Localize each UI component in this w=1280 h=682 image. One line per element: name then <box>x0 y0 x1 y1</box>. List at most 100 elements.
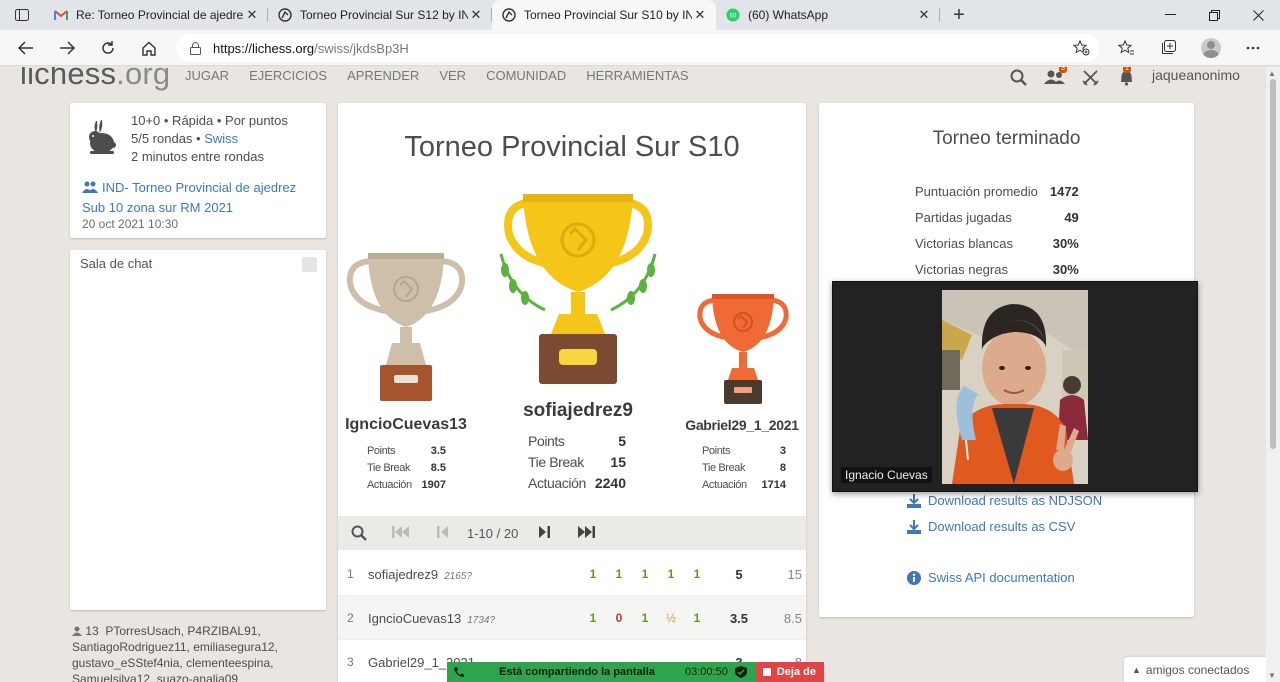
tab-actions-icon[interactable] <box>0 0 44 30</box>
stats-table: Puntuación promedio 1472 Partidas jugadas… <box>915 178 1079 282</box>
add-favorite-icon[interactable] <box>1072 39 1090 59</box>
points-label: Points <box>528 433 565 449</box>
home-icon[interactable] <box>134 34 164 62</box>
site-header: lichess.org JUGAR EJERCICIOS APRENDER VE… <box>0 67 1266 93</box>
round-result[interactable]: 1 <box>586 611 600 625</box>
close-tab-icon[interactable]: ✕ <box>692 7 708 23</box>
first-place-name[interactable]: sofiajedrez9 <box>498 400 658 422</box>
online-count: 13 <box>85 624 99 638</box>
new-tab-button[interactable]: + <box>940 0 978 30</box>
third-place-name[interactable]: Gabriel29_1_2021 <box>680 417 804 433</box>
table-row[interactable]: 1 sofiajedrez9 2165? 1 1 1 1 1 5 15 <box>338 552 806 596</box>
chevron-up-icon: ▲ <box>1132 664 1141 675</box>
team-link[interactable]: IND- Torneo Provincial de ajedrez Sub 10… <box>82 178 318 218</box>
nav-ver[interactable]: VER <box>439 68 466 83</box>
page-scrollbar[interactable]: ▲ ▼ <box>1266 67 1280 682</box>
round-result[interactable]: 0 <box>612 611 626 625</box>
lichess-icon <box>502 8 516 22</box>
browser-tab-bar: Re: Torneo Provincial de ajedrez ✕ Torne… <box>0 0 1280 30</box>
browser-tab-whatsapp[interactable]: 60 (60) WhatsApp ✕ <box>716 0 940 30</box>
stat-value: 30% <box>1052 261 1079 277</box>
friends-online-panel[interactable]: ▲ amigos conectados <box>1124 657 1266 682</box>
round-result[interactable]: 1 <box>664 567 678 581</box>
online-users: 13 PTorresUsach, P4RZIBAL91, SantiagoRod… <box>72 623 332 682</box>
nav-herramientas[interactable]: HERRAMIENTAS <box>586 68 688 83</box>
tab-label: Re: Torneo Provincial de ajedrez <box>76 8 244 22</box>
tab-label: (60) WhatsApp <box>748 8 829 22</box>
last-page-icon[interactable] <box>577 525 595 542</box>
back-icon[interactable] <box>11 34 41 62</box>
round-result[interactable]: 1 <box>690 611 704 625</box>
close-tab-icon[interactable]: ✕ <box>916 7 932 23</box>
next-page-icon[interactable] <box>538 525 550 542</box>
round-result[interactable]: 1 <box>638 611 652 625</box>
second-place-stats: Points 3.5 Tie Break 8.5 Actuación 1907 <box>367 443 446 494</box>
video-call-overlay[interactable]: Ignacio Cuevas <box>832 281 1198 492</box>
nav-ejercicios[interactable]: EJERCICIOS <box>249 68 327 83</box>
round-result[interactable]: 1 <box>690 567 704 581</box>
table-row[interactable]: 2 IgncioCuevas13 1734? 1 0 1 ½ 1 3.5 8.5 <box>338 596 806 640</box>
round-result[interactable]: 1 <box>612 567 626 581</box>
player-name[interactable]: IgncioCuevas13 <box>368 611 461 626</box>
rank: 3 <box>347 655 354 669</box>
stop-sharing-button[interactable]: Deja de <box>756 662 824 682</box>
close-window-icon[interactable] <box>1236 0 1280 30</box>
search-icon[interactable] <box>1008 67 1028 87</box>
minimize-icon[interactable] <box>1148 0 1192 30</box>
reload-icon[interactable] <box>93 34 123 62</box>
nav-aprender[interactable]: APRENDER <box>347 68 419 83</box>
challenge-icon[interactable] <box>1080 67 1100 87</box>
close-tab-icon[interactable]: ✕ <box>468 7 484 23</box>
player-name[interactable]: sofiajedrez9 <box>368 567 438 582</box>
browser-tab-s10[interactable]: Torneo Provincial Sur S10 by IND ✕ <box>492 0 716 30</box>
round-result[interactable]: ½ <box>664 611 678 625</box>
more-menu-icon[interactable] <box>1238 34 1268 62</box>
username-link[interactable]: jaqueanonimo <box>1152 67 1240 83</box>
online-names[interactable]: PTorresUsach, P4RZIBAL91, SantiagoRodrig… <box>72 624 278 682</box>
site-logo[interactable]: lichess.org <box>20 67 170 92</box>
search-icon[interactable] <box>351 525 367 544</box>
scrollbar-thumb[interactable] <box>1270 79 1276 449</box>
browser-tab-gmail[interactable]: Re: Torneo Provincial de ajedrez ✕ <box>44 0 268 30</box>
swiss-link[interactable]: Swiss <box>204 131 238 146</box>
screen-sharing-bar: Está compartiendo la pantalla 03:00:50 D… <box>447 662 824 682</box>
first-page-icon[interactable] <box>392 525 410 542</box>
browser-tab-s12[interactable]: Torneo Provincial Sur S12 by IND ✕ <box>268 0 492 30</box>
collections-icon[interactable] <box>1153 34 1183 62</box>
forward-icon[interactable] <box>52 34 82 62</box>
lichess-icon <box>278 8 292 22</box>
chat-toggle-checkbox[interactable] <box>302 257 317 272</box>
restore-icon[interactable] <box>1192 0 1236 30</box>
player-points: 5 <box>735 567 743 582</box>
performance-value: 1714 <box>761 479 786 491</box>
profile-avatar[interactable] <box>1196 34 1226 62</box>
friends-icon[interactable]: 3 <box>1043 67 1067 87</box>
friends-online-label: amigos conectados <box>1145 662 1250 677</box>
scroll-down-icon[interactable]: ▼ <box>1268 671 1276 680</box>
podium-panel: Torneo Provincial Sur S10 IgncioCuevas13… <box>338 103 806 682</box>
second-place-name[interactable]: IgncioCuevas13 <box>344 416 468 434</box>
round-result[interactable]: 1 <box>638 567 652 581</box>
scroll-up-icon[interactable]: ▲ <box>1268 69 1276 78</box>
rank: 1 <box>347 567 354 581</box>
previous-page-icon[interactable] <box>437 525 449 542</box>
address-bar[interactable]: https://lichess.org/swiss/jkdsBp3H <box>176 34 1100 62</box>
team-icon <box>82 181 98 193</box>
tournament-date: 20 oct 2021 10:30 <box>82 217 179 231</box>
phone-icon <box>454 667 464 677</box>
nav-comunidad[interactable]: COMUNIDAD <box>486 68 566 83</box>
whatsapp-badge: 60 <box>730 14 737 20</box>
stat-label: Victorias negras <box>915 261 1008 277</box>
close-tab-icon[interactable]: ✕ <box>244 7 260 23</box>
shield-check-icon <box>735 666 747 678</box>
round-result[interactable]: 1 <box>586 567 600 581</box>
stats-row: Puntuación promedio 1472 <box>915 178 1079 204</box>
bell-icon[interactable]: 1 <box>1116 67 1136 87</box>
download-csv-link[interactable]: Download results as CSV <box>907 519 1075 534</box>
download-ndjson-link[interactable]: Download results as NDJSON <box>907 493 1102 508</box>
silver-trophy-icon <box>346 253 466 401</box>
nav-jugar[interactable]: JUGAR <box>185 68 229 83</box>
api-docs-link[interactable]: Swiss API documentation <box>907 570 1075 585</box>
favorites-icon[interactable] <box>1111 34 1141 62</box>
performance-label: Actuación <box>367 479 412 491</box>
